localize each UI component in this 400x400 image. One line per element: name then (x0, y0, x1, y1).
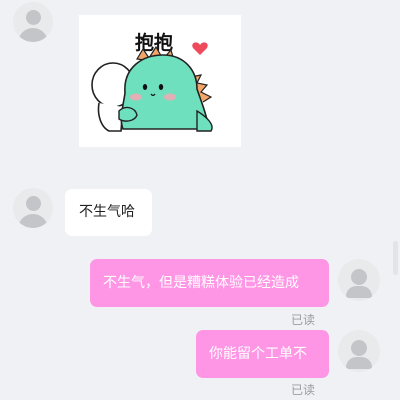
message-text: 不生气，但是糟糕体验已经造成 (103, 275, 299, 291)
avatar-shoulders (18, 214, 48, 228)
avatar-head (351, 340, 367, 356)
read-status: 已读 (291, 383, 316, 397)
outgoing-message-bubble[interactable]: 不生气，但是糟糕体验已经造成 (90, 259, 329, 307)
avatar-head (351, 269, 367, 285)
avatar-head (25, 196, 41, 211)
my-avatar[interactable] (338, 259, 380, 301)
dinosaur-hug-icon: 抱抱 (91, 31, 213, 132)
avatar-shoulders (346, 357, 372, 369)
heart-icon (192, 42, 208, 55)
outgoing-message-bubble[interactable]: 你能留个工单不 (196, 330, 329, 378)
scrollbar[interactable] (393, 241, 398, 275)
message-text: 不生气哈 (79, 204, 135, 220)
message-text: 你能留个工单不 (209, 346, 307, 362)
read-status: 已读 (291, 313, 316, 327)
contact-avatar[interactable] (13, 2, 53, 42)
incoming-message-bubble[interactable]: 不生气哈 (65, 189, 152, 236)
sticker-message[interactable]: 抱抱 (79, 15, 241, 147)
contact-avatar[interactable] (13, 188, 53, 228)
avatar-head (25, 10, 41, 25)
avatar-shoulders (346, 286, 372, 298)
my-avatar[interactable] (338, 330, 380, 372)
avatar-shoulders (18, 28, 48, 42)
